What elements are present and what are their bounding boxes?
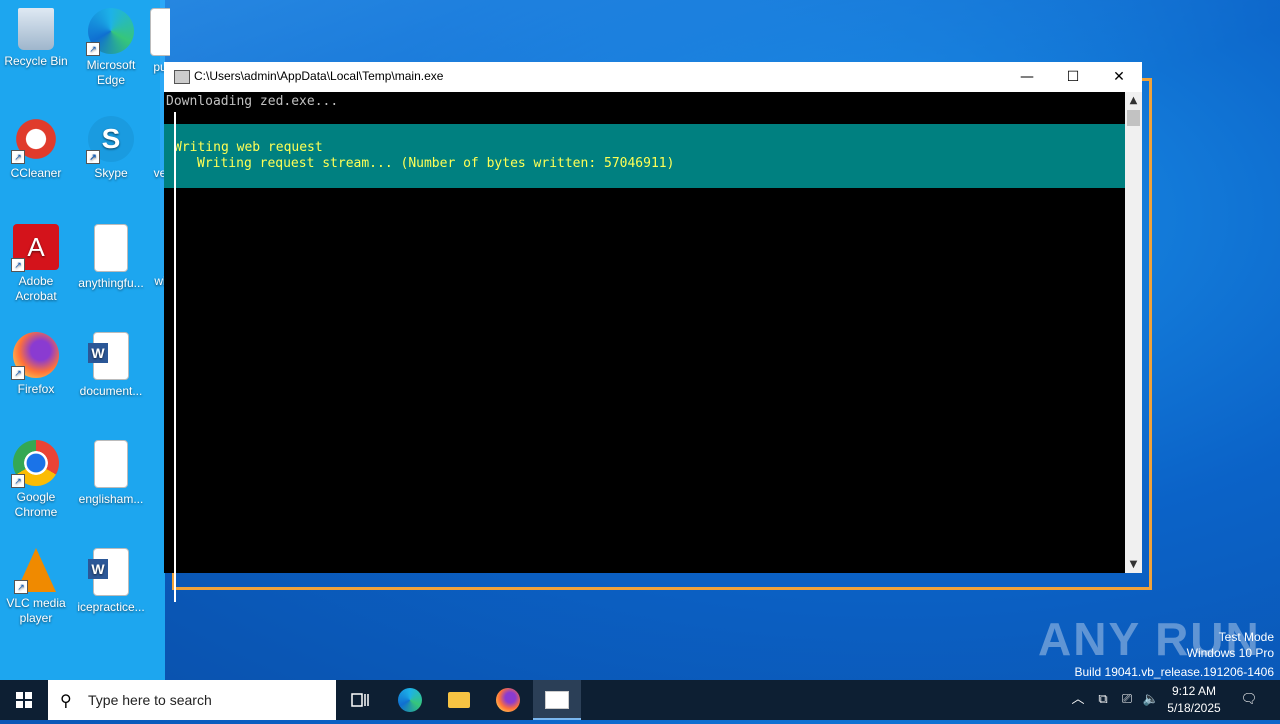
maximize-button[interactable]: ☐ [1050, 62, 1096, 92]
tray-device-icon[interactable]: ⧉ [1092, 680, 1114, 720]
console-app-icon [174, 70, 190, 84]
build-text: Build 19041.vb_release.191206-1406 [1074, 665, 1275, 679]
recycle-bin-icon [18, 8, 54, 50]
taskbar-clock[interactable]: 9:12 AM 5/18/2025 [1160, 683, 1228, 717]
test-mode-text: Test Mode [1218, 630, 1274, 644]
desktop-icon-label: Google Chrome [14, 490, 58, 519]
desktop-icon-ccleaner[interactable]: ↗ CCleaner [0, 116, 72, 181]
acrobat-icon: A ↗ [11, 224, 59, 272]
search-placeholder: Type here to search [88, 692, 212, 708]
windows-edition-text: Windows 10 Pro [1186, 646, 1274, 660]
taskbar-console[interactable] [533, 680, 581, 720]
edge-icon [398, 688, 422, 712]
search-icon: ⚲ [60, 691, 72, 710]
console-window[interactable]: C:\Users\admin\AppData\Local\Temp\main.e… [164, 62, 1142, 602]
desktop-icon-englisham[interactable]: englisham... [75, 440, 147, 507]
ccleaner-icon: ↗ [11, 116, 59, 164]
desktop-icon-label: VLC media player [6, 596, 66, 625]
chrome-icon: ↗ [11, 440, 59, 488]
firefox-icon: ↗ [11, 332, 59, 380]
desktop-icon-label: Recycle Bin [4, 54, 68, 68]
windows-logo-icon [16, 692, 32, 708]
desktop-icon-skype[interactable]: S ↗ Skype [75, 116, 147, 181]
tray-overflow-chevron-icon[interactable]: ︿ [1068, 680, 1088, 720]
volume-icon[interactable]: 🔈 [1140, 680, 1162, 720]
window-title: C:\Users\admin\AppData\Local\Temp\main.e… [194, 69, 444, 83]
desktop-icon-label: Firefox [17, 382, 55, 396]
progress-detail: Writing request stream... (Number of byt… [197, 156, 675, 171]
desktop-icon-icepractice[interactable]: W icepractice... [75, 548, 147, 615]
desktop-icon-edge[interactable]: ↗ Microsoft Edge [75, 8, 147, 88]
console-output[interactable]: Downloading zed.exe... Writing web reque… [164, 92, 1125, 602]
word-file-icon: W [88, 548, 129, 596]
desktop-icon-chrome[interactable]: ↗ Google Chrome [0, 440, 72, 520]
image-file-icon [94, 440, 128, 488]
console-line: Downloading zed.exe... [166, 94, 339, 109]
vertical-scrollbar[interactable]: ▲ ▼ [1125, 92, 1142, 573]
task-view-button[interactable] [336, 680, 384, 720]
desktop-icon-label: Skype [94, 166, 128, 180]
notification-center-icon[interactable]: 🗨 [1234, 680, 1264, 720]
taskbar-firefox[interactable] [484, 680, 532, 720]
scroll-up-arrow-icon[interactable]: ▲ [1125, 92, 1142, 109]
desktop-icon-label: englisham... [78, 492, 144, 506]
taskbar-search-box[interactable]: ⚲ Type here to search [48, 680, 336, 720]
network-icon[interactable]: ⎚ [1116, 680, 1138, 720]
desktop-icon-label: icepractice... [77, 600, 145, 614]
clock-time: 9:12 AM [1171, 684, 1217, 698]
firefox-icon [496, 688, 520, 712]
edge-icon: ↗ [86, 8, 134, 56]
title-bar[interactable]: C:\Users\admin\AppData\Local\Temp\main.e… [164, 62, 1142, 92]
console-icon [545, 691, 569, 709]
task-view-icon [351, 693, 369, 707]
scroll-down-arrow-icon[interactable]: ▼ [1125, 556, 1142, 573]
progress-title: Writing web request [174, 140, 323, 155]
text-cursor-bar [174, 112, 176, 602]
folder-icon [448, 692, 470, 708]
image-file-icon [150, 8, 170, 56]
image-file-icon [94, 224, 128, 272]
desktop-icon-firefox[interactable]: ↗ Firefox [0, 332, 72, 397]
scroll-thumb[interactable] [1127, 110, 1140, 126]
taskbar-file-explorer[interactable] [435, 680, 483, 720]
vlc-icon: ↗ [14, 548, 56, 594]
close-button[interactable]: ✕ [1096, 62, 1142, 92]
desktop-icon-recycle-bin[interactable]: Recycle Bin [0, 8, 72, 69]
taskbar: ⚲ Type here to search ︿ ⧉ ⎚ 🔈 9:12 AM 5/… [0, 680, 1280, 720]
desktop-icon-anythingfu[interactable]: anythingfu... [75, 224, 147, 291]
desktop-icon-document[interactable]: W document... [75, 332, 147, 399]
skype-icon: S ↗ [86, 116, 134, 164]
minimize-button[interactable]: — [1004, 62, 1050, 92]
desktop-icon-label: CCleaner [10, 166, 62, 180]
taskbar-edge[interactable] [386, 680, 434, 720]
desktop-icon-label: Microsoft Edge [86, 58, 136, 87]
desktop-icon-acrobat[interactable]: A ↗ Adobe Acrobat [0, 224, 72, 304]
desktop-icon-vlc[interactable]: ↗ VLC media player [0, 548, 72, 626]
start-button[interactable] [0, 680, 48, 720]
progress-banner: Writing web request Writing request stre… [164, 124, 1125, 188]
word-file-icon: W [88, 332, 129, 380]
desktop-icon-label: Adobe Acrobat [15, 274, 57, 303]
desktop-icon-label: document... [79, 384, 143, 398]
desktop-icon-label: anythingfu... [78, 276, 144, 290]
clock-date: 5/18/2025 [1167, 701, 1221, 715]
